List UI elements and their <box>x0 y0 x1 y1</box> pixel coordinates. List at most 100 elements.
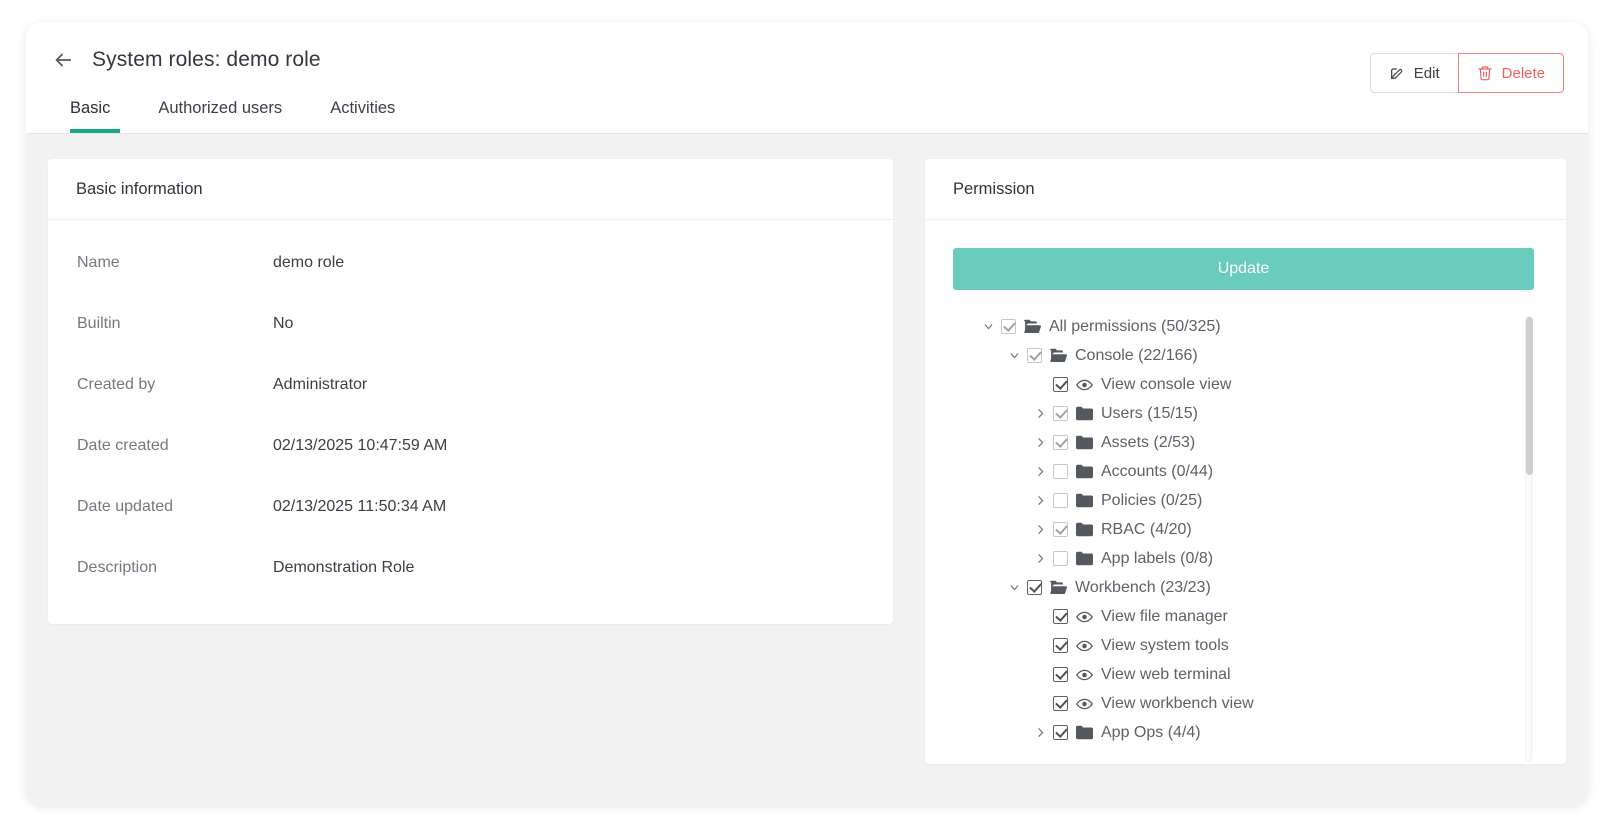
tree-node-checkbox[interactable] <box>1053 435 1068 450</box>
info-label: Date created <box>77 437 169 454</box>
tab-activities[interactable]: Activities <box>306 99 419 132</box>
folder-open-icon <box>1050 348 1067 363</box>
permission-tree-scrollbar[interactable] <box>1525 316 1533 762</box>
tree-node-label: All permissions (50/325) <box>1049 317 1221 335</box>
permission-tree: All permissions (50/325) Console (22/166)… <box>953 312 1534 764</box>
info-label: Description <box>77 559 158 576</box>
folder-icon <box>1076 725 1093 740</box>
app-window: System roles: demo role Edit Delete Basi… <box>26 22 1588 805</box>
tree-node[interactable]: Assets (2/53) <box>953 428 1518 457</box>
tree-node[interactable]: View console view <box>953 370 1518 399</box>
chevron-down-icon[interactable] <box>1001 349 1027 362</box>
chevron-right-icon[interactable] <box>1027 494 1053 507</box>
tree-node-label: Accounts (0/44) <box>1101 462 1214 480</box>
folder-icon <box>1076 464 1093 479</box>
info-value: Demonstration Role <box>273 559 415 576</box>
folder-icon <box>1076 522 1093 537</box>
folder-open-icon <box>1024 319 1041 334</box>
info-row: Builtin No <box>48 315 893 376</box>
permission-panel: Permission Update All permissions (50/32… <box>925 159 1566 764</box>
tree-node-checkbox[interactable] <box>1053 522 1068 537</box>
tree-node[interactable]: App labels (0/8) <box>953 544 1518 573</box>
chevron-right-icon[interactable] <box>1027 726 1053 739</box>
back-arrow-icon[interactable] <box>48 45 78 75</box>
eye-icon <box>1076 639 1093 653</box>
tree-node-label: View web terminal <box>1101 665 1231 683</box>
tree-node-label: View workbench view <box>1101 694 1254 712</box>
tree-node-label: Assets (2/53) <box>1101 433 1196 451</box>
eye-icon <box>1076 610 1093 624</box>
tree-node-label: Console (22/166) <box>1075 346 1198 364</box>
header-actions: Edit Delete <box>1369 53 1564 93</box>
tree-node[interactable]: View workbench view <box>953 689 1518 718</box>
tree-node-checkbox[interactable] <box>1053 406 1068 421</box>
chevron-right-icon[interactable] <box>1027 465 1053 478</box>
update-button[interactable]: Update <box>953 248 1534 290</box>
tree-node-checkbox[interactable] <box>1053 377 1068 392</box>
tree-node-checkbox[interactable] <box>1053 667 1068 682</box>
tree-node-checkbox[interactable] <box>1053 725 1068 740</box>
tree-node[interactable]: Console (22/166) <box>953 341 1518 370</box>
permission-body: Update All permissions (50/325) Console (… <box>925 220 1566 764</box>
title-row: System roles: demo role <box>26 22 1588 78</box>
chevron-right-icon[interactable] <box>1027 552 1053 565</box>
info-value: 02/13/2025 10:47:59 AM <box>273 437 448 454</box>
tree-node-checkbox[interactable] <box>1001 319 1016 334</box>
tab-authorized-users[interactable]: Authorized users <box>134 99 306 132</box>
tree-node-checkbox[interactable] <box>1053 696 1068 711</box>
permission-title: Permission <box>925 159 1566 220</box>
folder-icon <box>1076 551 1093 566</box>
tree-node[interactable]: Accounts (0/44) <box>953 457 1518 486</box>
permission-tree-scrollbar-thumb[interactable] <box>1526 317 1533 475</box>
eye-icon <box>1076 378 1093 392</box>
tree-node[interactable]: View system tools <box>953 631 1518 660</box>
info-row: Description Demonstration Role <box>48 559 893 620</box>
tree-node[interactable]: Policies (0/25) <box>953 486 1518 515</box>
tree-node-checkbox[interactable] <box>1027 348 1042 363</box>
info-row: Date created 02/13/2025 10:47:59 AM <box>48 437 893 498</box>
trash-icon <box>1477 65 1493 81</box>
tree-node[interactable]: Workbench (23/23) <box>953 573 1518 602</box>
tree-node-label: RBAC (4/20) <box>1101 520 1192 538</box>
tree-node[interactable]: View file manager <box>953 602 1518 631</box>
page-title: System roles: demo role <box>92 48 321 71</box>
chevron-right-icon[interactable] <box>1027 436 1053 449</box>
chevron-right-icon[interactable] <box>1027 523 1053 536</box>
edit-button[interactable]: Edit <box>1369 53 1459 93</box>
tree-node-label: App Ops (4/4) <box>1101 723 1201 741</box>
tree-node-checkbox[interactable] <box>1053 493 1068 508</box>
info-label: Builtin <box>77 315 121 332</box>
page-header: System roles: demo role Edit Delete Basi… <box>26 22 1588 134</box>
delete-button[interactable]: Delete <box>1457 53 1564 93</box>
chevron-down-icon[interactable] <box>1001 581 1027 594</box>
basic-information-title: Basic information <box>48 159 893 220</box>
info-value: No <box>273 315 294 332</box>
tree-node-checkbox[interactable] <box>1053 551 1068 566</box>
tab-basic[interactable]: Basic <box>48 99 134 133</box>
tree-node[interactable]: Users (15/15) <box>953 399 1518 428</box>
permission-tree-nodes: All permissions (50/325) Console (22/166)… <box>953 312 1518 747</box>
tree-node[interactable]: All permissions (50/325) <box>953 312 1518 341</box>
info-value: demo role <box>273 254 345 271</box>
info-row: Name demo role <box>48 254 893 315</box>
info-row: Created by Administrator <box>48 376 893 437</box>
tree-node[interactable]: View web terminal <box>953 660 1518 689</box>
eye-icon <box>1076 697 1093 711</box>
chevron-down-icon[interactable] <box>975 320 1001 333</box>
tab-bar: Basic Authorized users Activities <box>26 78 1588 133</box>
basic-information-rows: Name demo role Builtin No Created by Administ… <box>48 220 893 620</box>
tree-node-checkbox[interactable] <box>1027 580 1042 595</box>
info-row: Date updated 02/13/2025 11:50:34 AM <box>48 498 893 559</box>
info-label: Date updated <box>77 498 174 515</box>
info-label: Created by <box>77 376 156 393</box>
tree-node-checkbox[interactable] <box>1053 638 1068 653</box>
tree-node[interactable]: RBAC (4/20) <box>953 515 1518 544</box>
tree-node[interactable]: App Ops (4/4) <box>953 718 1518 747</box>
chevron-right-icon[interactable] <box>1027 407 1053 420</box>
tab-activities-label: Activities <box>330 99 396 117</box>
folder-icon <box>1076 493 1093 508</box>
tab-basic-label: Basic <box>70 99 111 117</box>
tree-node-label: View system tools <box>1101 636 1229 654</box>
tree-node-checkbox[interactable] <box>1053 609 1068 624</box>
tree-node-checkbox[interactable] <box>1053 464 1068 479</box>
